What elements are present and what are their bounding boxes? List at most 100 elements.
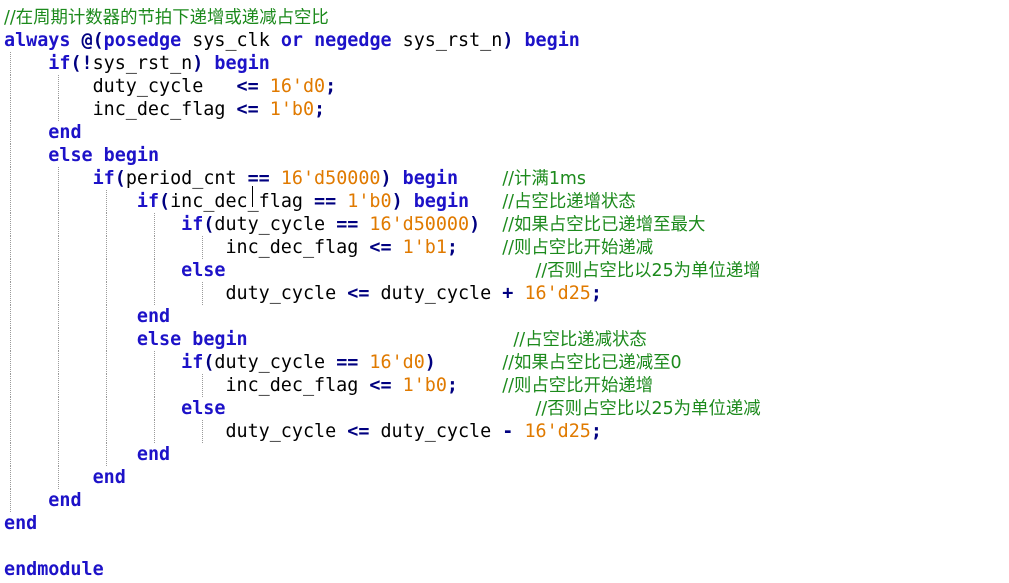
identifier-token: [469, 191, 502, 212]
code-line[interactable]: if(duty_cycle == 16'd50000) //如果占空比已递增至最…: [4, 213, 705, 236]
indent-guide: [10, 397, 11, 420]
code-line[interactable]: if(period_cnt == 16'd50000) begin //计满1m…: [4, 167, 586, 190]
operator-token: ): [192, 53, 204, 74]
indent-guide: [10, 328, 11, 351]
operator-token: ;: [314, 99, 326, 120]
keyword-token: if: [181, 352, 204, 373]
code-line[interactable]: inc_dec_flag <= 1'b1; //则占空比开始递减: [4, 236, 653, 259]
operator-token: ;: [590, 421, 602, 442]
number-token: 1'b0: [269, 99, 315, 120]
keyword-token: else: [48, 145, 93, 166]
number-token: 1'b1: [402, 237, 447, 258]
code-line[interactable]: inc_dec_flag <= 1'b0;: [4, 98, 325, 121]
code-line[interactable]: duty_cycle <= 16'd0;: [4, 75, 336, 98]
code-line[interactable]: duty_cycle <= duty_cycle - 16'd25;: [4, 420, 602, 443]
indent-guide: [10, 351, 11, 374]
code-line[interactable]: inc_dec_flag <= 1'b0; //则占空比开始递增: [4, 374, 653, 397]
identifier-token: [70, 30, 81, 51]
indent-guide: [106, 443, 107, 466]
identifier-token: [270, 168, 281, 189]
operator-token: -: [502, 421, 514, 442]
keyword-token: else: [181, 398, 226, 419]
identifier-token: [93, 145, 104, 166]
code-line[interactable]: end: [4, 305, 170, 328]
comment-token: //计满1ms: [502, 169, 586, 189]
indent-guide: [106, 190, 107, 213]
indent-guide: [154, 259, 155, 282]
identifier-token: duty_cycle: [369, 421, 503, 442]
indent-guide: [58, 420, 59, 443]
identifier-token: [458, 168, 502, 189]
identifier-token: duty_cycle: [4, 421, 348, 442]
operator-token: ): [424, 352, 436, 373]
identifier-token: [358, 214, 369, 235]
identifier-token: sys_clk: [181, 30, 281, 51]
identifier-token: [358, 352, 369, 373]
identifier-token: [4, 191, 137, 212]
indent-guide: [58, 167, 59, 190]
operator-token: <=: [347, 283, 370, 304]
number-token: 1'b0: [402, 375, 447, 396]
operator-token: ): [502, 30, 514, 51]
code-line[interactable]: if(inc_dec_flag == 1'b0) begin //占空比递增状态: [4, 190, 636, 213]
indent-guide: [58, 98, 59, 121]
indent-guide: [58, 75, 59, 98]
indent-guide: [154, 351, 155, 374]
code-line[interactable]: end: [4, 466, 126, 489]
indent-guide: [154, 397, 155, 420]
indent-guide: [10, 190, 11, 213]
code-line[interactable]: always @(posedge sys_clk or negedge sys_…: [4, 29, 580, 52]
operator-token: <=: [369, 237, 392, 258]
code-line[interactable]: //在周期计数器的节拍下递增或递减占空比: [4, 6, 329, 29]
identifier-token: duty_cycle: [4, 283, 348, 304]
code-line[interactable]: else begin //占空比递减状态: [4, 328, 647, 351]
text-cursor: [252, 186, 253, 207]
keyword-token: begin: [402, 168, 459, 189]
indent-guide: [202, 374, 203, 397]
operator-token: <=: [236, 76, 259, 97]
code-line[interactable]: end: [4, 443, 170, 466]
comment-token: //则占空比开始递增: [502, 376, 654, 396]
operator-token: ;: [325, 76, 337, 97]
identifier-token: sys_rst_n: [391, 30, 503, 51]
identifier-token: duty_cycle: [4, 76, 237, 97]
indent-guide: [106, 420, 107, 443]
operator-token: ): [380, 168, 392, 189]
code-line[interactable]: endmodule: [4, 558, 104, 581]
operator-token: @(: [81, 30, 104, 51]
number-token: 1'b0: [347, 191, 392, 212]
operator-token: ): [469, 214, 481, 235]
identifier-token: [458, 237, 502, 258]
keyword-token: end: [136, 444, 171, 465]
indent-guide: [10, 466, 11, 489]
indent-guide: [106, 305, 107, 328]
identifier-token: [480, 214, 502, 235]
code-line[interactable]: end: [4, 512, 37, 535]
comment-token: //如果占空比已递减至0: [502, 353, 682, 373]
keyword-token: end: [92, 467, 126, 488]
code-line[interactable]: end: [4, 489, 82, 512]
keyword-token: if: [136, 191, 160, 212]
keyword-token: or: [280, 30, 303, 51]
code-line[interactable]: else begin: [4, 144, 159, 167]
code-editor[interactable]: //在周期计数器的节拍下递增或递减占空比 always @(posedge sys…: [0, 0, 1009, 583]
identifier-token: duty_cycle: [214, 214, 337, 235]
code-line[interactable]: else //否则占空比以25为单位递减: [4, 397, 761, 420]
keyword-token: always: [4, 30, 71, 51]
indent-guide: [106, 282, 107, 305]
code-line[interactable]: duty_cycle <= duty_cycle + 16'd25;: [4, 282, 602, 305]
indent-guide: [10, 167, 11, 190]
identifier-token: [225, 260, 535, 281]
code-line[interactable]: if(!sys_rst_n) begin: [4, 52, 270, 75]
indent-guide: [202, 236, 203, 259]
code-line[interactable]: else //否则占空比以25为单位递增: [4, 259, 761, 282]
operator-token: ;: [446, 375, 458, 396]
keyword-token: if: [48, 53, 71, 74]
code-line[interactable]: end: [4, 121, 82, 144]
identifier-token: [4, 444, 137, 465]
indent-guide: [10, 374, 11, 397]
identifier-token: sys_rst_n: [92, 53, 193, 74]
keyword-token: else: [136, 329, 182, 350]
indent-guide: [154, 236, 155, 259]
code-line[interactable]: if(duty_cycle == 16'd0) //如果占空比已递减至0: [4, 351, 682, 374]
